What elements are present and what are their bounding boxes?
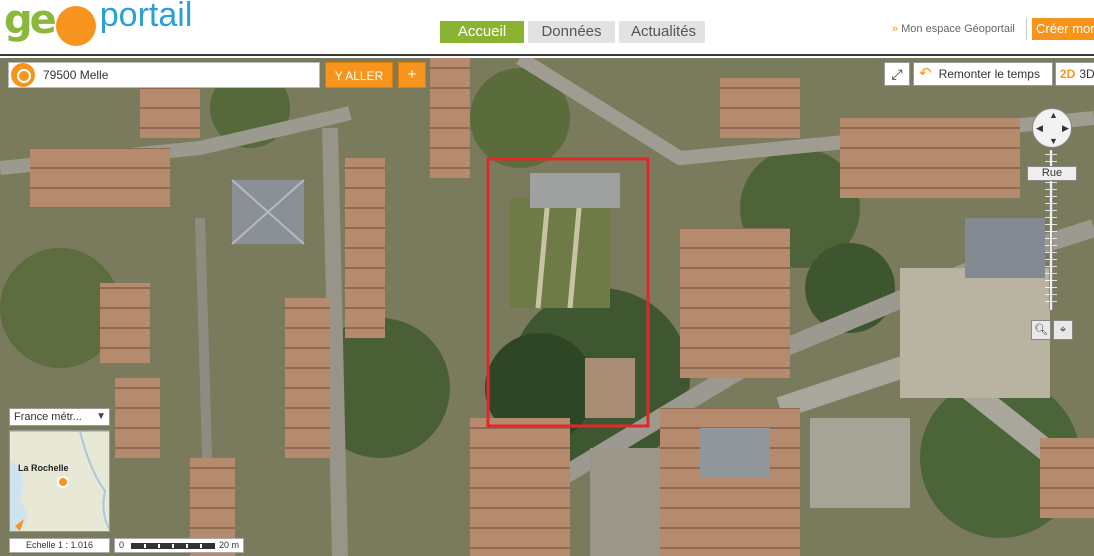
geoportail-app: geo portail Accueil Données Actualités »… (0, 0, 1094, 556)
overview-minimap[interactable]: La Rochelle (9, 430, 110, 532)
magnifier-icon[interactable]: 🔍︎ (1031, 320, 1051, 340)
territory-label: France métr... (14, 411, 82, 423)
aerial-imagery (0, 58, 1094, 556)
mode-3d[interactable]: 3D (1079, 63, 1094, 85)
scale-zero: 0 (119, 540, 125, 550)
mon-espace-label: Mon espace Géoportail (901, 23, 1015, 35)
geoportail-logo[interactable]: geo portail (4, 0, 192, 46)
header-divider (1026, 18, 1027, 40)
tab-actualites[interactable]: Actualités (619, 21, 705, 43)
search-bar (8, 62, 320, 88)
scale-ratio: Echelle 1 : 1.016 (9, 538, 110, 553)
pan-right-icon[interactable]: ▶ (1062, 123, 1069, 134)
logo-portail: portail (99, 0, 193, 34)
locate-target-icon[interactable] (11, 63, 35, 87)
pan-up-icon[interactable]: ▲ (1049, 110, 1058, 120)
go-button[interactable]: Y ALLER (325, 62, 393, 88)
territory-select[interactable]: France métr... ▼ (9, 408, 110, 426)
crosshair-icon[interactable]: ⌖ (1053, 320, 1073, 340)
fullscreen-icon[interactable]: ⤢ (884, 62, 910, 86)
create-account-button[interactable]: Créer mon (1032, 18, 1094, 40)
scale-distance: 20 m (219, 540, 240, 550)
main-tabs: Accueil Données Actualités (440, 21, 705, 43)
pan-down-icon[interactable]: ▼ (1049, 136, 1058, 146)
remonter-le-temps-button[interactable]: ↶ Remonter le temps (913, 62, 1053, 86)
zoom-level-rue[interactable]: Rue (1027, 166, 1077, 181)
pan-control[interactable]: ▲ ▼ ◀ ▶ (1032, 108, 1072, 148)
undo-arrow-icon: ↶ (919, 65, 932, 82)
aerial-map[interactable]: Y ALLER + ⤢ ↶ Remonter le temps 2D 3D ▲ … (0, 58, 1094, 556)
mon-espace-link[interactable]: » Mon espace Géoportail (892, 23, 1015, 35)
tab-accueil[interactable]: Accueil (440, 21, 524, 43)
view-mode-toggle[interactable]: 2D 3D (1055, 62, 1094, 86)
scale-bar-graphic (131, 543, 215, 549)
dropdown-triangle-icon: ▼ (96, 411, 106, 422)
location-marker-icon (57, 476, 69, 488)
minimap-city-label: La Rochelle (18, 463, 69, 473)
plus-button[interactable]: + (398, 62, 426, 88)
logo-geo: geo (4, 0, 96, 46)
search-input[interactable] (43, 68, 313, 82)
remonter-label: Remonter le temps (938, 67, 1040, 81)
pan-left-icon[interactable]: ◀ (1036, 123, 1043, 134)
chevron-right-icon: » (892, 23, 899, 35)
scale-bar: 0 20 m (114, 538, 244, 553)
top-header: geo portail Accueil Données Actualités »… (0, 0, 1094, 56)
mode-2d[interactable]: 2D (1060, 63, 1075, 85)
tab-donnees[interactable]: Données (528, 21, 615, 43)
